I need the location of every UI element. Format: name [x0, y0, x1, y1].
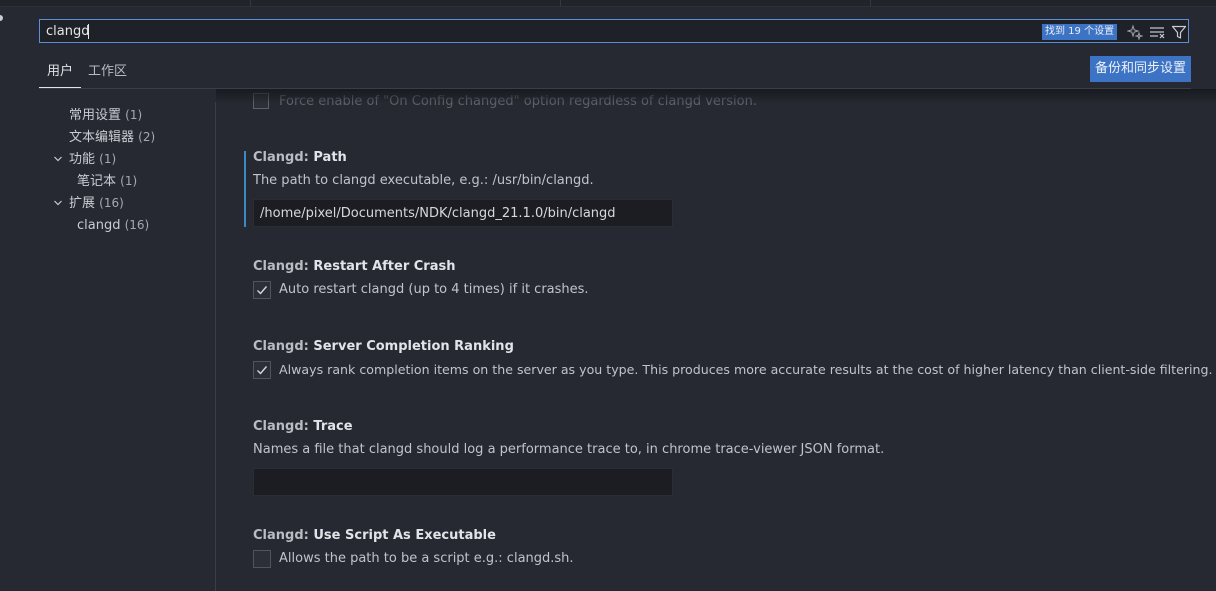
setting-name: Use Script As Executable [313, 528, 496, 543]
use-script-checkbox[interactable] [253, 550, 271, 568]
setting-category: Clangd: [253, 150, 314, 165]
modified-dot-icon [0, 15, 3, 21]
settings-list: Force enable of "On Config changed" opti… [216, 89, 1216, 591]
setting-name: Server Completion Ranking [313, 339, 514, 354]
setting-category: Clangd: [253, 259, 314, 274]
settings-search-input[interactable] [46, 21, 1026, 41]
toc-item-common[interactable]: 常用设置 (1) [69, 107, 142, 124]
setting-name: Path [313, 150, 347, 165]
tab-workspace[interactable]: 工作区 [88, 63, 127, 87]
tab-user[interactable]: 用户 [39, 63, 81, 88]
sparkle-icon[interactable] [1127, 24, 1143, 40]
toc-count: (1) [120, 174, 138, 188]
setting-category: Clangd: [253, 419, 314, 434]
server-completion-ranking-checkbox[interactable] [253, 361, 271, 379]
toc-item-clangd[interactable]: clangd (16) [77, 217, 149, 234]
trace-input[interactable] [253, 468, 673, 496]
toc-label: 功能 [69, 152, 96, 167]
toc-item-notebook[interactable]: 笔记本 (1) [77, 173, 137, 190]
settings-search-box[interactable]: 找到 19 个设置 [39, 19, 1189, 43]
scroll-shadow [216, 89, 1216, 103]
toc-count: (1) [125, 108, 143, 122]
setting-description-path: The path to clangd executable, e.g.: /us… [253, 173, 594, 188]
toc-item-text-editor[interactable]: 文本编辑器 (2) [69, 129, 155, 146]
tab-separator [870, 0, 871, 6]
setting-title-ranking: Clangd: Server Completion Ranking [253, 339, 514, 354]
setting-description-ranking: Always rank completion items on the serv… [279, 362, 1213, 377]
focus-indicator [244, 151, 246, 227]
text-caret [88, 24, 89, 39]
setting-title-script: Clangd: Use Script As Executable [253, 528, 496, 543]
search-result-count: 找到 19 个设置 [1042, 24, 1118, 40]
toc-label: clangd [77, 218, 121, 233]
setting-description-script: Allows the path to be a script e.g.: cla… [279, 551, 574, 566]
backup-sync-button[interactable]: 备份和同步设置 [1090, 56, 1191, 82]
editor-tab-strip [0, 0, 1216, 7]
setting-category: Clangd: [253, 339, 314, 354]
setting-title-path: Clangd: Path [253, 150, 347, 165]
toc-count: (2) [138, 130, 156, 144]
setting-name: Restart After Crash [313, 259, 456, 274]
chevron-down-icon[interactable] [53, 198, 63, 208]
setting-description-restart: Auto restart clangd (up to 4 times) if i… [279, 282, 589, 297]
toc-count: (16) [124, 218, 150, 232]
toc-label: 文本编辑器 [69, 130, 135, 145]
restart-after-crash-checkbox[interactable] [253, 281, 271, 299]
check-icon [257, 286, 268, 295]
toc-label: 常用设置 [69, 108, 122, 123]
filter-icon[interactable] [1171, 24, 1187, 40]
clear-filter-icon[interactable] [1149, 24, 1165, 40]
setting-title-restart: Clangd: Restart After Crash [253, 259, 455, 274]
toc-item-extensions[interactable]: 扩展 (16) [69, 195, 124, 212]
toc-item-features[interactable]: 功能 (1) [69, 151, 116, 168]
tab-separator [250, 0, 251, 6]
chevron-down-icon[interactable] [53, 154, 63, 164]
toc-label: 扩展 [69, 196, 96, 211]
path-input[interactable] [253, 199, 673, 227]
toc-count: (16) [99, 196, 124, 210]
toc-label: 笔记本 [77, 174, 117, 189]
setting-name: Trace [313, 419, 353, 434]
toc-count: (1) [99, 152, 117, 166]
setting-title-trace: Clangd: Trace [253, 419, 353, 434]
setting-description-trace: Names a file that clangd should log a pe… [253, 442, 885, 457]
tab-separator [560, 0, 561, 6]
setting-category: Clangd: [253, 528, 314, 543]
check-icon [257, 366, 268, 375]
